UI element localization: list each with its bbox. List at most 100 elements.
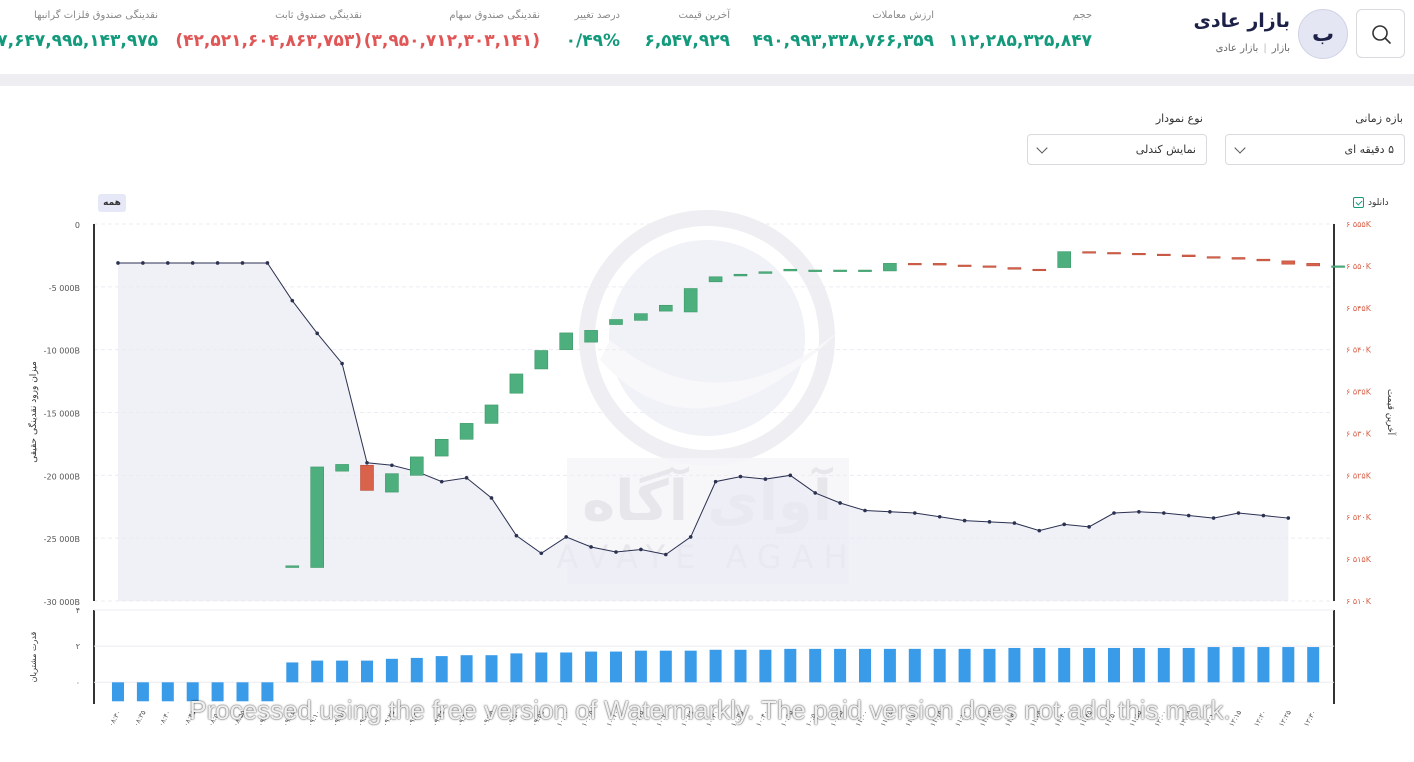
buyer-power-bar: [1058, 647, 1071, 683]
buyer-power-bar: [1307, 647, 1320, 683]
flow-point: [913, 511, 917, 515]
candle-down: [982, 265, 997, 268]
candle-up: [634, 313, 648, 321]
candle-up: [708, 276, 723, 283]
flow-point: [589, 545, 593, 549]
bars-axis-tick-label: ۰: [76, 678, 80, 687]
buyer-power-bar: [1033, 647, 1046, 683]
candle-up: [808, 269, 823, 272]
flow-point: [141, 261, 145, 265]
candle-down: [1206, 256, 1221, 259]
buyer-power-bar: [410, 657, 423, 683]
candle-up: [335, 464, 349, 472]
candle-down: [1007, 267, 1022, 270]
left-axis-tick-label: 0: [75, 221, 80, 230]
flow-point: [838, 501, 842, 505]
right-axis-tick-label: ۶ ۵۵۵K: [1346, 220, 1372, 229]
buyer-power-bar: [1182, 647, 1195, 683]
buyer-power-bar: [734, 649, 747, 683]
buyer-power-bar: [385, 658, 398, 683]
flow-point: [1037, 528, 1042, 533]
candle-down: [1107, 252, 1121, 255]
candle-up: [534, 350, 549, 370]
buyer-power-bar: [1207, 647, 1220, 683]
candle-up: [609, 319, 623, 325]
buyer-power-bar: [585, 651, 598, 683]
flow-point: [1112, 511, 1116, 515]
buyer-power-bar: [560, 652, 573, 683]
flow-point: [1012, 521, 1017, 525]
buyer-power-bar: [610, 651, 622, 683]
buyer-power-bar: [1083, 647, 1096, 683]
flow-point: [937, 515, 942, 519]
left-axis-tick-label: -5 000B: [49, 284, 80, 293]
flow-point: [888, 509, 892, 514]
candle-up: [858, 269, 872, 272]
flow-point: [987, 520, 992, 524]
buyer-power-bar: [1132, 647, 1145, 683]
candle-up: [683, 288, 698, 313]
candle-up: [584, 330, 598, 343]
candle-up: [1057, 251, 1071, 268]
candle-down: [1157, 253, 1171, 256]
flow-point: [713, 479, 718, 484]
flow-point: [1236, 511, 1241, 515]
buyer-power-bar: [1157, 647, 1170, 683]
buyer-power-bar: [684, 650, 697, 683]
right-axis-tick-label: ۶ ۵۴۵K: [1346, 304, 1372, 313]
right-axis-title: آخرین قیمت: [1385, 389, 1397, 436]
flow-point: [763, 477, 768, 481]
right-axis-tick-label: ۶ ۵۴۰K: [1346, 346, 1372, 355]
buyer-power-bar: [1008, 647, 1021, 683]
buyer-power-bar: [311, 660, 324, 683]
buyer-power-bar: [286, 662, 299, 683]
flow-point: [1261, 513, 1266, 518]
flow-point: [340, 361, 344, 366]
flow-point: [813, 491, 817, 495]
flow-point: [390, 463, 394, 468]
flow-point: [639, 547, 643, 552]
candle-up: [1331, 265, 1345, 268]
bars-axis-tick-label: ۲: [76, 642, 80, 651]
buyer-power-bar: [983, 648, 996, 683]
flow-point: [240, 261, 245, 265]
bars-axis-title: قدرت مشتریان: [29, 631, 38, 682]
market-chart: آوای آگاه AVAYE AGAH 0-5 000B-10 000B-15…: [27, 210, 1397, 728]
flow-point: [1162, 511, 1166, 515]
candle-up: [409, 456, 424, 476]
left-axis-tick-label: -30 000B: [44, 598, 80, 607]
flow-point: [664, 552, 668, 557]
flow-point: [215, 261, 220, 265]
left-axis-tick-label: -25 000B: [44, 535, 80, 544]
buyer-power-bar: [435, 656, 448, 683]
flow-point: [539, 551, 544, 556]
flow-point: [1087, 525, 1091, 529]
right-axis-tick-label: ۶ ۵۱۰K: [1346, 597, 1372, 606]
candle-down: [932, 263, 947, 266]
right-axis-tick-label: ۶ ۵۲۵K: [1346, 471, 1372, 480]
flow-point: [489, 496, 494, 500]
flow-point: [365, 460, 369, 465]
flow-point: [1062, 522, 1066, 527]
candle-down: [1082, 251, 1096, 254]
flow-point: [290, 298, 295, 303]
flow-point: [190, 261, 195, 265]
candle-up: [385, 473, 399, 493]
bars-axis-tick-label: ۴: [76, 606, 80, 615]
buyer-power-bar: [809, 648, 822, 683]
flow-point: [688, 535, 693, 539]
candle-up: [783, 268, 798, 272]
flow-point: [1186, 513, 1191, 518]
buyer-power-bar: [485, 655, 498, 683]
buyer-power-bar: [634, 650, 647, 683]
candle-up: [434, 439, 449, 457]
buyer-power-bar: [784, 648, 797, 683]
candle-down: [1181, 254, 1196, 257]
candle-up: [509, 373, 524, 394]
flow-point: [315, 331, 320, 336]
candle-up: [883, 263, 897, 272]
candle-down: [360, 464, 374, 491]
flow-point: [439, 479, 444, 484]
buyer-power-bar: [859, 648, 871, 683]
candle-down: [1281, 260, 1296, 265]
